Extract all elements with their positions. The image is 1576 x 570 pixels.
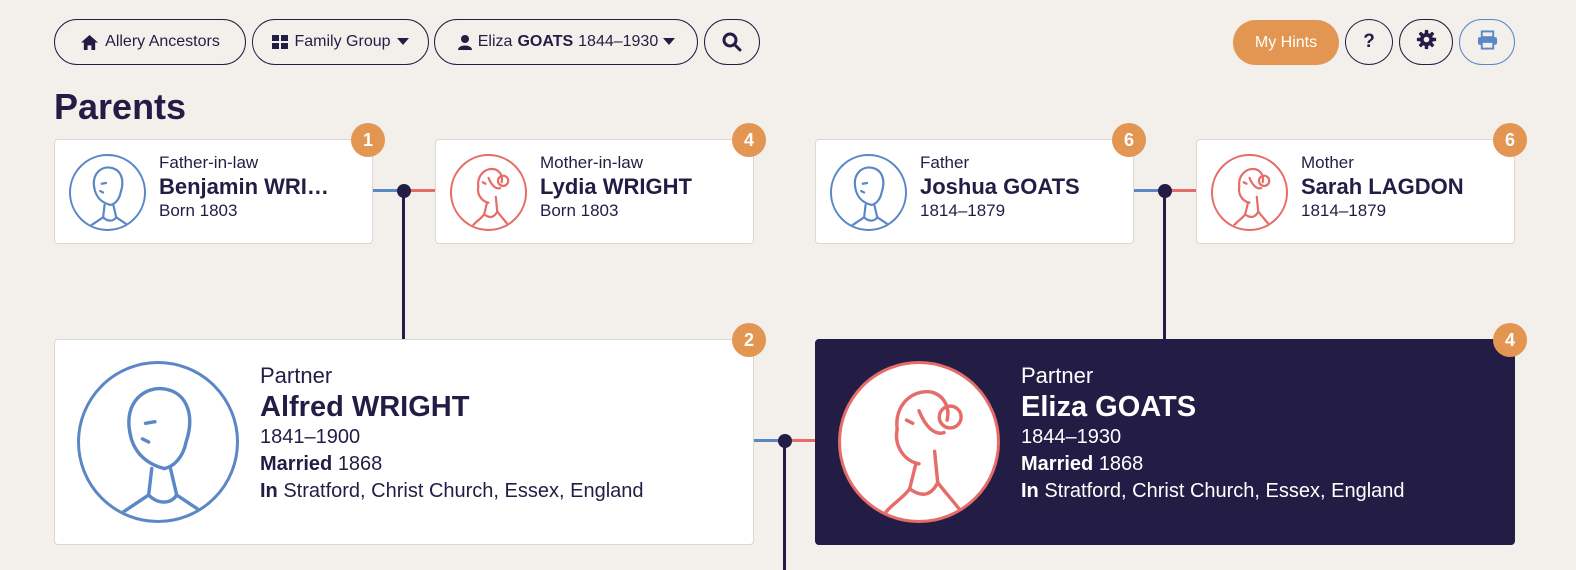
relation-label: Father-in-law [159, 153, 259, 172]
person-surname: GOATS [517, 33, 574, 50]
relation-label: Father [920, 153, 970, 172]
print-button[interactable] [1459, 19, 1515, 65]
hint-badge[interactable]: 1 [351, 123, 385, 157]
parent-card-mother-in-law[interactable]: Mother-in-law Lydia WRIGHT Born 1803 [435, 139, 754, 244]
person-dates: 1814–1879 [1301, 201, 1387, 220]
hint-badge[interactable]: 6 [1493, 123, 1527, 157]
married-label: Married [1021, 453, 1094, 475]
married-year: 1868 [337, 453, 383, 475]
hint-badge[interactable]: 4 [732, 123, 766, 157]
marriage-info: Married 1868 [1021, 451, 1405, 478]
gear-icon [1416, 29, 1437, 55]
hint-badge[interactable]: 4 [1493, 323, 1527, 357]
parent-card-father-in-law[interactable]: Father-in-law Benjamin WRI… Born 1803 [54, 139, 373, 244]
person-name: Lydia WRIGHT [540, 174, 692, 199]
person-years: 1844–1930 [578, 33, 659, 50]
person-dates: Born 1803 [159, 201, 238, 220]
person-name: Eliza GOATS [1021, 391, 1197, 423]
person-dropdown[interactable]: Eliza GOATS 1844–1930 [434, 19, 698, 65]
relation-label: Partner [260, 363, 333, 388]
hint-badge[interactable]: 2 [732, 323, 766, 357]
married-label: Married [260, 453, 333, 475]
person-dates: Born 1803 [540, 201, 619, 220]
home-label: Allery Ancestors [105, 33, 220, 50]
person-name: Sarah LAGDON [1301, 174, 1464, 199]
caret-down-icon [396, 38, 409, 46]
married-year: 1868 [1098, 453, 1144, 475]
relation-label: Mother [1301, 153, 1354, 172]
person-name: Alfred WRIGHT [260, 391, 470, 423]
search-button[interactable] [704, 19, 760, 65]
person-icon [457, 34, 473, 50]
male-avatar-icon [830, 154, 907, 231]
caret-down-icon [663, 38, 676, 46]
descent-line [1163, 191, 1166, 339]
person-dates: 1844–1930 [1021, 426, 1122, 448]
hint-badge[interactable]: 6 [1112, 123, 1146, 157]
male-avatar-icon [77, 361, 239, 523]
parent-card-father[interactable]: Father Joshua GOATS 1814–1879 [815, 139, 1134, 244]
marriage-place: In Stratford, Christ Church, Essex, Engl… [1021, 478, 1405, 505]
marriage-place: In Stratford, Christ Church, Essex, Engl… [260, 478, 644, 505]
person-dates: 1814–1879 [920, 201, 1006, 220]
person-dates: 1841–1900 [260, 426, 361, 448]
printer-icon [1477, 29, 1498, 55]
help-label: ? [1363, 31, 1375, 52]
page-title: Parents [54, 86, 187, 127]
partner-card-alfred[interactable]: Partner Alfred WRIGHT 1841–1900 Married … [54, 339, 754, 545]
female-avatar-icon [1211, 154, 1288, 231]
settings-button[interactable] [1399, 19, 1453, 65]
person-first-name: Eliza [477, 33, 513, 50]
person-name: Joshua GOATS [920, 174, 1080, 199]
home-button[interactable]: Allery Ancestors [54, 19, 246, 65]
children-line [783, 441, 786, 570]
marriage-info: Married 1868 [260, 451, 644, 478]
grid-icon [272, 35, 289, 49]
place-value: Stratford, Christ Church, Essex, England [1044, 480, 1405, 502]
place-label: In [1021, 480, 1039, 502]
place-value: Stratford, Christ Church, Essex, England [283, 480, 644, 502]
male-avatar-icon [69, 154, 146, 231]
home-icon [80, 34, 99, 51]
relation-label: Partner [1021, 363, 1094, 388]
view-label: Family Group [294, 33, 391, 50]
female-avatar-icon [450, 154, 527, 231]
female-avatar-icon [838, 361, 1000, 523]
person-name: Benjamin WRI… [159, 174, 329, 199]
view-dropdown[interactable]: Family Group [252, 19, 429, 65]
my-hints-button[interactable]: My Hints [1233, 20, 1339, 65]
search-icon [722, 32, 742, 52]
partner-card-eliza[interactable]: Partner Eliza GOATS 1844–1930 Married 18… [815, 339, 1515, 545]
descent-line [402, 191, 405, 339]
parent-card-mother[interactable]: Mother Sarah LAGDON 1814–1879 [1196, 139, 1515, 244]
relation-label: Mother-in-law [540, 153, 643, 172]
help-button[interactable]: ? [1345, 19, 1393, 65]
place-label: In [260, 480, 278, 502]
